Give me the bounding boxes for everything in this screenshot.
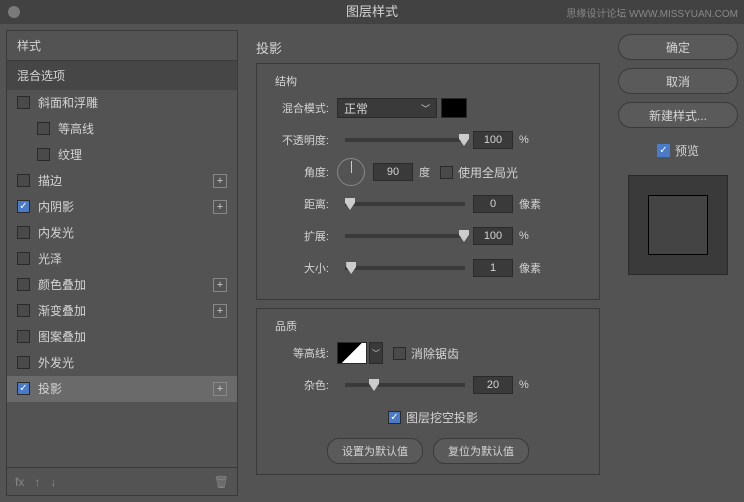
trash-icon[interactable]: 🗑: [214, 475, 229, 489]
checkbox-icon[interactable]: [37, 148, 50, 161]
distance-slider[interactable]: [345, 202, 465, 206]
add-icon[interactable]: +: [213, 278, 227, 292]
style-label: 光泽: [38, 250, 227, 267]
style-item[interactable]: 光泽: [7, 246, 237, 272]
checkbox-icon[interactable]: [17, 278, 30, 291]
add-icon[interactable]: +: [213, 382, 227, 396]
knockout-checkbox[interactable]: 图层挖空投影: [388, 409, 478, 426]
global-light-checkbox[interactable]: 使用全局光: [440, 164, 518, 181]
styles-header: 样式: [7, 31, 237, 61]
style-item[interactable]: 纹理: [7, 142, 237, 168]
chevron-down-icon: ﹀: [421, 102, 430, 115]
angle-label: 角度:: [267, 164, 329, 180]
style-item[interactable]: 等高线: [7, 116, 237, 142]
structure-label: 结构: [271, 73, 301, 89]
preview-checkbox[interactable]: 预览: [618, 142, 738, 159]
checkbox-icon[interactable]: [17, 304, 30, 317]
up-icon[interactable]: ↑: [34, 475, 40, 489]
checkbox-icon[interactable]: [17, 226, 30, 239]
settings-panel: 投影 结构 混合模式: 正常﹀ 不透明度: % 角度: 度 使用全局光: [244, 30, 612, 496]
style-item[interactable]: 内阴影+: [7, 194, 237, 220]
spread-input[interactable]: [473, 227, 513, 245]
angle-input[interactable]: [373, 163, 413, 181]
style-item[interactable]: 颜色叠加+: [7, 272, 237, 298]
dialog-title: 图层样式: [346, 4, 398, 19]
style-item[interactable]: 渐变叠加+: [7, 298, 237, 324]
noise-slider[interactable]: [345, 383, 465, 387]
style-label: 颜色叠加: [38, 276, 213, 293]
checkbox-icon[interactable]: [17, 96, 30, 109]
reset-default-button[interactable]: 复位为默认值: [433, 438, 529, 464]
add-icon[interactable]: +: [213, 200, 227, 214]
size-input[interactable]: [473, 259, 513, 277]
new-style-button[interactable]: 新建样式...: [618, 102, 738, 128]
style-label: 图案叠加: [38, 328, 227, 345]
set-default-button[interactable]: 设置为默认值: [327, 438, 423, 464]
contour-swatch[interactable]: [337, 342, 367, 364]
close-icon[interactable]: [8, 6, 20, 18]
effect-title: 投影: [256, 38, 600, 57]
fx-icon[interactable]: fx: [15, 475, 24, 489]
watermark: 思缘设计论坛 WWW.MISSYUAN.COM: [566, 3, 738, 27]
checkbox-icon[interactable]: [17, 200, 30, 213]
styles-panel: 样式 混合选项 斜面和浮雕等高线纹理描边+内阴影+内发光光泽颜色叠加+渐变叠加+…: [6, 30, 238, 496]
contour-dropdown[interactable]: ﹀: [369, 342, 383, 364]
styles-footer: fx ↑ ↓ 🗑: [7, 467, 237, 495]
noise-input[interactable]: [473, 376, 513, 394]
style-label: 等高线: [58, 120, 227, 137]
style-item[interactable]: 描边+: [7, 168, 237, 194]
preview-box: [628, 175, 728, 275]
title-bar: 图层样式 思缘设计论坛 WWW.MISSYUAN.COM: [0, 0, 744, 24]
checkbox-icon[interactable]: [17, 382, 30, 395]
style-label: 外发光: [38, 354, 227, 371]
noise-label: 杂色:: [267, 377, 329, 393]
style-label: 纹理: [58, 146, 227, 163]
add-icon[interactable]: +: [213, 304, 227, 318]
style-label: 内发光: [38, 224, 227, 241]
checkbox-icon[interactable]: [17, 356, 30, 369]
style-list: 斜面和浮雕等高线纹理描边+内阴影+内发光光泽颜色叠加+渐变叠加+图案叠加外发光投…: [7, 90, 237, 467]
checkbox-icon[interactable]: [17, 252, 30, 265]
cancel-button[interactable]: 取消: [618, 68, 738, 94]
angle-dial[interactable]: [337, 158, 365, 186]
spread-slider[interactable]: [345, 234, 465, 238]
size-label: 大小:: [267, 260, 329, 276]
opacity-slider[interactable]: [345, 138, 465, 142]
contour-label: 等高线:: [267, 345, 329, 361]
opacity-label: 不透明度:: [267, 132, 329, 148]
ok-button[interactable]: 确定: [618, 34, 738, 60]
checkbox-icon[interactable]: [17, 174, 30, 187]
spread-label: 扩展:: [267, 228, 329, 244]
down-icon[interactable]: ↓: [50, 475, 56, 489]
style-label: 描边: [38, 172, 213, 189]
checkbox-icon[interactable]: [37, 122, 50, 135]
style-label: 投影: [38, 380, 213, 397]
style-label: 渐变叠加: [38, 302, 213, 319]
checkbox-icon[interactable]: [17, 330, 30, 343]
opacity-input[interactable]: [473, 131, 513, 149]
distance-label: 距离:: [267, 196, 329, 212]
style-item[interactable]: 斜面和浮雕: [7, 90, 237, 116]
style-item[interactable]: 外发光: [7, 350, 237, 376]
shadow-color-swatch[interactable]: [441, 98, 467, 118]
blend-mode-label: 混合模式:: [267, 100, 329, 116]
blending-options[interactable]: 混合选项: [7, 61, 237, 90]
style-item[interactable]: 投影+: [7, 376, 237, 402]
blend-mode-dropdown[interactable]: 正常﹀: [337, 98, 437, 118]
add-icon[interactable]: +: [213, 174, 227, 188]
actions-panel: 确定 取消 新建样式... 预览: [618, 30, 738, 496]
antialias-checkbox[interactable]: 消除锯齿: [393, 345, 459, 362]
size-slider[interactable]: [345, 266, 465, 270]
style-label: 内阴影: [38, 198, 213, 215]
style-label: 斜面和浮雕: [38, 94, 227, 111]
style-item[interactable]: 图案叠加: [7, 324, 237, 350]
quality-label: 品质: [271, 318, 301, 334]
distance-input[interactable]: [473, 195, 513, 213]
style-item[interactable]: 内发光: [7, 220, 237, 246]
